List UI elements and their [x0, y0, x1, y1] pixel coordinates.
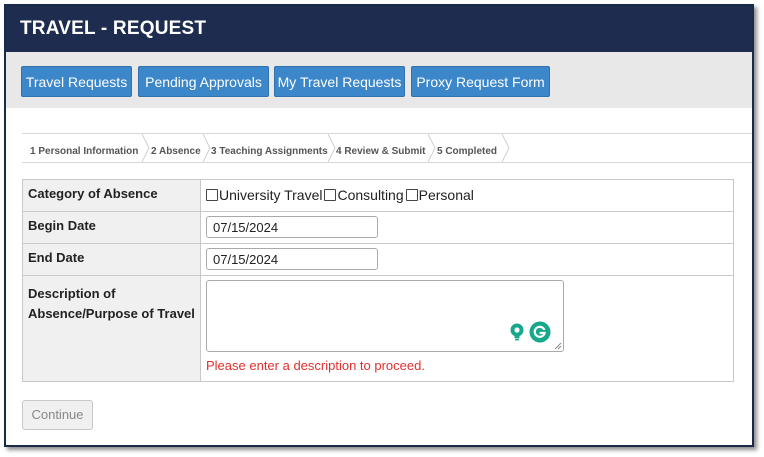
personal-option[interactable]: Personal — [404, 187, 474, 203]
step-separator-icon — [203, 134, 211, 162]
description-cell: Please enter a description to proceed. — [200, 275, 734, 382]
category-label: Category of Absence — [22, 179, 201, 212]
step-absence[interactable]: 2 Absence — [151, 134, 201, 162]
begin-date-cell — [200, 211, 734, 244]
grammarly-icon[interactable] — [529, 321, 551, 343]
description-error-message: Please enter a description to proceed. — [206, 358, 425, 373]
consulting-checkbox[interactable] — [324, 189, 337, 201]
progress-steps: 1 Personal Information 2 Absence 3 Teach… — [22, 133, 752, 163]
end-date-input[interactable] — [206, 248, 378, 270]
app-header: TRAVEL - REQUEST — [6, 6, 752, 52]
category-options: University Travel Consulting Personal — [200, 179, 734, 212]
university-travel-option[interactable]: University Travel — [206, 187, 322, 203]
step-review-submit[interactable]: 4 Review & Submit — [336, 134, 425, 162]
begin-date-input[interactable] — [206, 216, 378, 238]
description-row: Description of Absence/Purpose of Travel — [22, 275, 734, 382]
personal-checkbox[interactable] — [405, 189, 418, 201]
step-completed[interactable]: 5 Completed — [437, 134, 497, 162]
consulting-option[interactable]: Consulting — [322, 187, 404, 203]
step-separator-icon — [502, 134, 510, 162]
my-travel-requests-button[interactable]: My Travel Requests — [274, 66, 405, 97]
description-label: Description of Absence/Purpose of Travel — [22, 275, 201, 382]
proxy-request-form-button[interactable]: Proxy Request Form — [411, 66, 550, 97]
description-textarea[interactable] — [206, 280, 564, 352]
step-teaching-assignments[interactable]: 3 Teaching Assignments — [211, 134, 328, 162]
pending-approvals-button[interactable]: Pending Approvals — [138, 66, 269, 97]
begin-date-label: Begin Date — [22, 211, 201, 244]
step-separator-icon — [142, 134, 150, 162]
lightbulb-icon[interactable] — [509, 323, 525, 341]
resize-handle-icon[interactable] — [554, 342, 562, 350]
consulting-label: Consulting — [337, 187, 404, 203]
continue-button[interactable]: Continue — [22, 400, 93, 430]
end-date-cell — [200, 243, 734, 276]
travel-requests-button[interactable]: Travel Requests — [21, 66, 132, 97]
university-travel-checkbox[interactable] — [206, 189, 218, 201]
step-separator-icon — [428, 134, 436, 162]
nav-bar: Travel Requests Pending Approvals My Tra… — [6, 52, 752, 108]
university-travel-label: University Travel — [219, 187, 323, 203]
end-date-row: End Date — [22, 243, 734, 276]
description-label-line2: Absence/Purpose of Travel — [28, 306, 195, 321]
step-separator-icon — [328, 134, 336, 162]
end-date-label: End Date — [22, 243, 201, 276]
step-personal-information[interactable]: 1 Personal Information — [30, 134, 138, 162]
page-title: TRAVEL - REQUEST — [20, 18, 207, 39]
absence-form: Category of Absence University Travel Con… — [22, 179, 734, 382]
description-label-line1: Description of — [28, 286, 116, 301]
personal-label: Personal — [418, 187, 474, 203]
begin-date-row: Begin Date — [22, 211, 734, 244]
category-row: Category of Absence University Travel Con… — [22, 179, 734, 212]
app-window: TRAVEL - REQUEST Travel Requests Pending… — [4, 4, 754, 447]
